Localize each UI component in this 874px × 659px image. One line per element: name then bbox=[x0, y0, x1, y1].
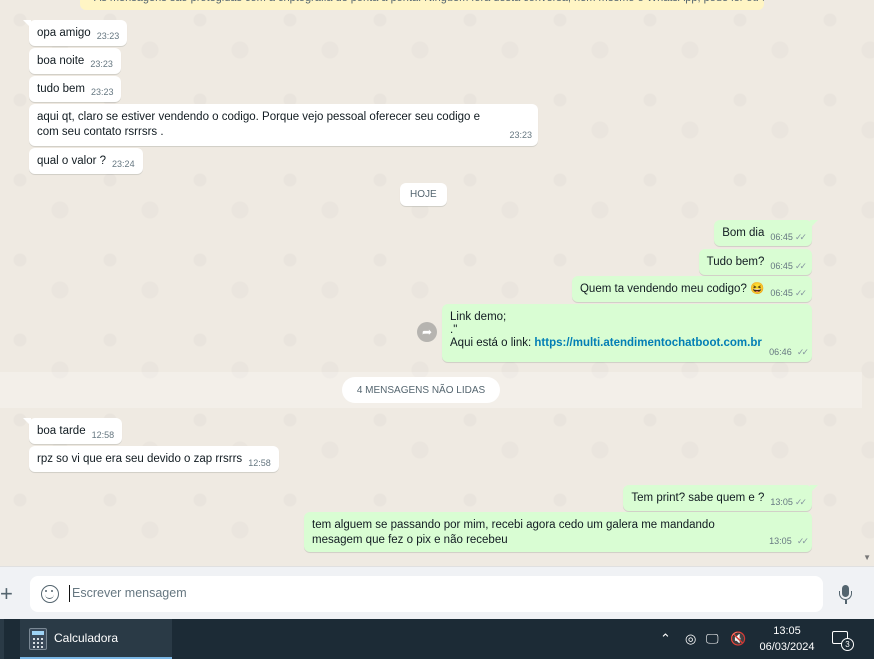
message-text: tudo bem bbox=[37, 83, 85, 95]
notification-center-icon[interactable]: 3 bbox=[832, 629, 854, 651]
message-time: 06:46 bbox=[769, 347, 792, 357]
forward-icon[interactable]: ➦ bbox=[417, 322, 437, 342]
message-outgoing[interactable]: Bom dia 06:45 ✓✓ bbox=[714, 220, 818, 246]
message-text: boa tarde bbox=[37, 425, 86, 437]
message-text: Tem print? sabe quem e ? bbox=[631, 492, 765, 504]
composer-bar: + Escrever mensagem bbox=[0, 566, 874, 619]
message-text: ." bbox=[450, 324, 458, 336]
notification-count: 3 bbox=[841, 638, 854, 651]
encryption-notice[interactable]: As mensagens são protegidas com a cripto… bbox=[80, 0, 764, 10]
message-outgoing[interactable]: tem alguem se passando por mim, recebi a… bbox=[304, 512, 812, 552]
message-incoming[interactable]: boa tarde 12:58 bbox=[22, 418, 123, 444]
message-text: Quem ta vendendo meu codigo? 😆 bbox=[579, 283, 765, 295]
scrollbar[interactable]: ▼ bbox=[862, 0, 874, 566]
message-outgoing[interactable]: Quem ta vendendo meu codigo? 😆 06:45 ✓✓ bbox=[571, 276, 812, 302]
message-outgoing-link[interactable]: Link demo; ." Aqui está o link: https://… bbox=[442, 304, 812, 362]
message-text: qual o valor ? bbox=[37, 155, 107, 167]
message-time: 06:45 bbox=[770, 261, 793, 271]
message-text: tem alguem se passando por mim, recebi a… bbox=[312, 519, 715, 546]
message-time: 06:45 bbox=[770, 232, 793, 242]
calculator-icon bbox=[29, 628, 47, 650]
attach-plus-icon[interactable]: + bbox=[0, 581, 13, 607]
message-time: 23:23 bbox=[96, 31, 120, 41]
message-text: rpz so vi que era seu devido o zap rrsrr… bbox=[37, 453, 243, 465]
taskbar-app-label: Calculadora bbox=[54, 631, 119, 645]
scroll-down-icon[interactable]: ▼ bbox=[863, 553, 871, 562]
read-ticks-icon: ✓✓ bbox=[794, 288, 807, 298]
message-text: boa noite bbox=[37, 55, 85, 67]
message-input[interactable]: Escrever mensagem bbox=[30, 576, 823, 612]
camera-icon[interactable]: ◎ bbox=[685, 631, 696, 647]
message-incoming[interactable]: aqui qt, claro se estiver vendendo o cod… bbox=[29, 104, 538, 146]
message-time: 12:58 bbox=[248, 458, 271, 468]
message-text: Bom dia bbox=[722, 227, 765, 239]
message-time: 13:05 bbox=[769, 536, 792, 546]
clock-time: 13:05 bbox=[773, 625, 801, 637]
system-clock[interactable]: 13:05 06/03/2024 bbox=[752, 623, 822, 655]
message-text: Link demo; bbox=[450, 311, 507, 323]
message-time: 06:45 bbox=[770, 288, 793, 298]
chevron-up-icon[interactable]: ⌃ bbox=[660, 631, 671, 647]
message-incoming[interactable]: boa noite 23:23 bbox=[29, 48, 121, 74]
date-divider: HOJE bbox=[400, 183, 447, 206]
message-outgoing[interactable]: Tudo bem? 06:45 ✓✓ bbox=[698, 249, 812, 275]
message-outgoing[interactable]: Tem print? sabe quem e ? 13:05 ✓✓ bbox=[623, 485, 818, 511]
clock-date: 06/03/2024 bbox=[759, 641, 815, 653]
unread-label: 4 MENSAGENS NÃO LIDAS bbox=[342, 377, 500, 403]
message-incoming[interactable]: qual o valor ? 23:24 bbox=[29, 148, 143, 174]
message-time: 13:05 bbox=[770, 497, 793, 507]
volume-muted-icon[interactable]: 🔇 bbox=[730, 631, 746, 647]
network-icon[interactable]: 🖵 bbox=[706, 631, 719, 647]
microphone-icon[interactable] bbox=[837, 585, 855, 607]
read-ticks-icon: ✓✓ bbox=[796, 347, 809, 357]
message-incoming[interactable]: tudo bem 23:23 bbox=[29, 76, 122, 102]
read-ticks-icon: ✓✓ bbox=[794, 497, 807, 507]
read-ticks-icon: ✓✓ bbox=[796, 536, 809, 546]
message-text: aqui qt, claro se estiver vendendo o cod… bbox=[37, 111, 481, 138]
read-ticks-icon: ✓✓ bbox=[794, 261, 807, 271]
message-time: 12:58 bbox=[91, 430, 115, 440]
chat-area[interactable]: As mensagens são protegidas com a cripto… bbox=[0, 0, 874, 566]
message-placeholder: Escrever mensagem bbox=[72, 586, 187, 600]
message-incoming[interactable]: opa amigo 23:23 bbox=[22, 20, 128, 46]
text-caret bbox=[69, 585, 70, 602]
message-link[interactable]: https://multi.atendimentochatboot.com.br bbox=[534, 337, 761, 349]
message-time: 23:23 bbox=[90, 87, 114, 97]
message-time: 23:23 bbox=[509, 130, 532, 140]
emoji-icon[interactable] bbox=[41, 585, 59, 603]
message-text: opa amigo bbox=[37, 27, 91, 39]
message-time: 23:24 bbox=[112, 159, 135, 169]
message-time: 23:23 bbox=[90, 59, 113, 69]
taskbar-edge bbox=[0, 619, 4, 659]
message-incoming[interactable]: rpz so vi que era seu devido o zap rrsrr… bbox=[29, 446, 279, 472]
message-text: Aqui está o link: bbox=[450, 337, 535, 349]
message-text: Tudo bem? bbox=[706, 256, 765, 268]
read-ticks-icon: ✓✓ bbox=[794, 232, 807, 242]
taskbar: Calculadora ⌃ ◎ 🖵 🔇 13:05 06/03/2024 3 bbox=[0, 619, 874, 659]
